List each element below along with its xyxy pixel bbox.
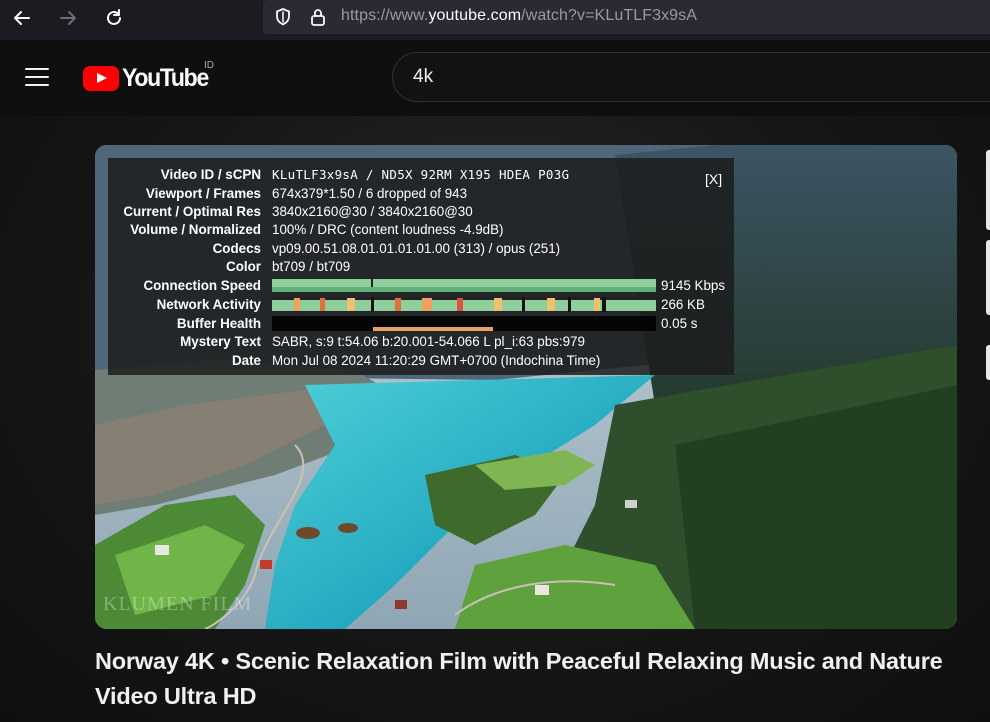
url-prefix: https://www. [341, 7, 429, 24]
reload-icon [107, 9, 121, 25]
shield-icon[interactable] [273, 7, 293, 27]
stats-row-color: Color bt709 / bt709 [108, 257, 350, 275]
network-activity-graph [272, 297, 656, 312]
stats-row-connection-speed: Connection Speed [108, 276, 261, 294]
youtube-masthead: YouTube ID 4k [0, 40, 990, 116]
forward-button[interactable] [53, 4, 83, 32]
stats-label: Mystery Text [180, 333, 261, 349]
search-input[interactable]: 4k [392, 52, 990, 102]
video-watermark: KLUMEN FILM [103, 593, 253, 615]
stats-label: Current / Optimal Res [123, 203, 261, 219]
stats-label: Viewport / Frames [145, 185, 261, 201]
stats-row-viewport: Viewport / Frames 674x379*1.50 / 6 droppe… [108, 184, 467, 202]
stats-row-codecs: Codecs vp09.00.51.08.01.01.01.01.00 (313)… [108, 239, 561, 257]
stats-close-button[interactable]: [X] [705, 171, 722, 187]
video-player[interactable]: KLUMEN FILM [X] Video ID / sCPN KLuTLF3x9… [95, 145, 957, 629]
stats-row-volume: Volume / Normalized 100% / DRC (content l… [108, 220, 503, 238]
side-panel-edge [986, 345, 990, 380]
stats-for-nerds-panel: [X] Video ID / sCPN KLuTLF3x9sA / ND5X 92… [108, 158, 734, 375]
stats-value: KLuTLF3x9sA / ND5X 92RM X195 HDEA P03G [272, 166, 570, 182]
stats-row-network-activity: Network Activity [108, 295, 261, 313]
buffer-health-graph [272, 316, 656, 331]
stats-row-buffer-health: Buffer Health [108, 314, 261, 332]
forward-arrow-icon [60, 11, 76, 25]
video-title: Norway 4K • Scenic Relaxation Film with … [95, 648, 943, 709]
connection-speed-graph [272, 278, 656, 293]
hamburger-menu-icon[interactable] [25, 68, 49, 86]
side-panel-edge [986, 150, 990, 230]
stats-label: Buffer Health [176, 315, 261, 331]
network-activity-value: 266 KB [661, 296, 705, 312]
stats-value: 674x379*1.50 / 6 dropped of 943 [272, 185, 468, 201]
stats-value: vp09.00.51.08.01.01.01.01.00 (313) / opu… [272, 240, 561, 256]
connection-speed-value: 9145 Kbps [661, 277, 726, 293]
youtube-wordmark: YouTube [122, 64, 209, 92]
browser-toolbar: https://www.youtube.com/watch?v=KLuTLF3x… [0, 0, 990, 40]
buffer-health-value: 0.05 s [661, 315, 698, 331]
stats-row-mystery-text: Mystery Text SABR, s:9 t:54.06 b:20.001-5… [108, 332, 585, 350]
stats-row-date: Date Mon Jul 08 2024 11:20:29 GMT+0700 (I… [108, 351, 600, 369]
search-value: 4k [413, 66, 434, 87]
youtube-logo[interactable]: YouTube ID [83, 60, 215, 93]
stats-label: Volume / Normalized [130, 221, 261, 237]
stats-value: SABR, s:9 t:54.06 b:20.001-54.066 L pl_i… [272, 333, 585, 349]
stats-value: 3840x2160@30 / 3840x2160@30 [272, 203, 473, 219]
stats-value: Mon Jul 08 2024 11:20:29 GMT+0700 (Indoc… [272, 352, 601, 368]
back-arrow-icon [14, 11, 30, 25]
url-path: /watch?v=KLuTLF3x9sA [521, 7, 698, 24]
back-button[interactable] [7, 4, 37, 32]
url-text: https://www.youtube.com/watch?v=KLuTLF3x… [341, 7, 697, 25]
stats-label: Date [231, 352, 261, 368]
stats-label: Codecs [212, 240, 261, 256]
country-code: ID [204, 60, 214, 71]
stats-row-resolution: Current / Optimal Res 3840x2160@30 / 3840… [108, 202, 473, 220]
lock-icon[interactable] [308, 6, 328, 28]
side-panel-edge [986, 240, 990, 315]
stats-value: 100% / DRC (content loudness -4.9dB) [272, 221, 504, 237]
url-host: youtube.com [428, 7, 522, 24]
address-bar[interactable]: https://www.youtube.com/watch?v=KLuTLF3x… [263, 0, 990, 34]
stats-value: bt709 / bt709 [272, 258, 351, 274]
reload-button[interactable] [99, 4, 129, 32]
stats-label: Network Activity [156, 296, 261, 312]
youtube-logo-icon [83, 66, 119, 91]
stats-label: Color [226, 258, 261, 274]
stats-label: Connection Speed [143, 277, 261, 293]
stats-label: Video ID / sCPN [160, 166, 261, 182]
stats-row-video-id: Video ID / sCPN KLuTLF3x9sA / ND5X 92RM X… [108, 165, 569, 183]
